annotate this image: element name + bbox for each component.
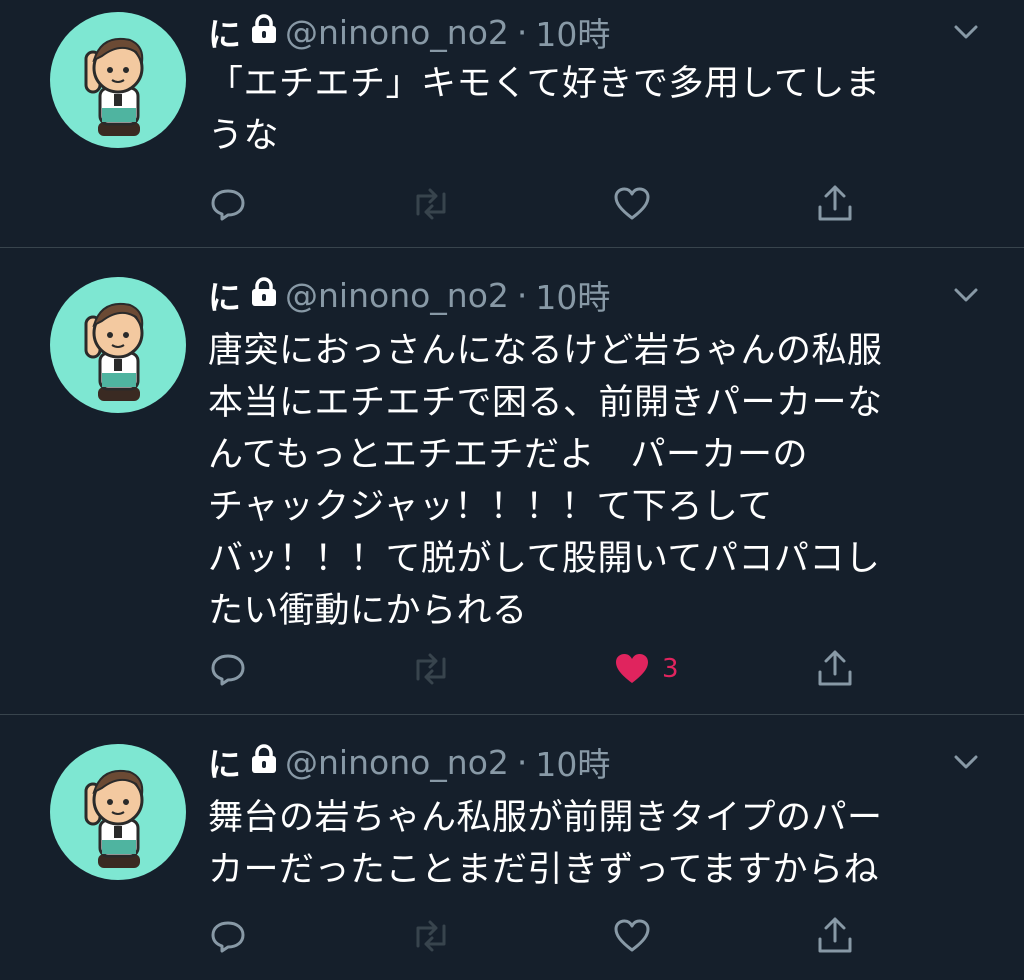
separator: · bbox=[516, 275, 528, 315]
like-button[interactable] bbox=[612, 914, 662, 958]
tweet[interactable]: に @ninono_no2 · 10時 「エチエチ」キモくて好きで多用してしま … bbox=[0, 0, 1024, 248]
display-name[interactable]: に bbox=[208, 738, 241, 786]
action-bar bbox=[208, 914, 868, 958]
handle[interactable]: @ninono_no2 bbox=[285, 276, 509, 315]
avatar[interactable] bbox=[50, 12, 186, 148]
separator: · bbox=[516, 742, 528, 782]
timestamp[interactable]: 10時 bbox=[535, 271, 610, 319]
reply-icon bbox=[211, 189, 245, 221]
action-bar bbox=[208, 182, 868, 226]
chevron-down-icon[interactable] bbox=[948, 14, 984, 50]
avatar-illustration bbox=[84, 38, 144, 136]
display-name[interactable]: に bbox=[208, 8, 241, 56]
heart-icon bbox=[614, 919, 650, 952]
timestamp[interactable]: 10時 bbox=[535, 8, 610, 56]
tweet[interactable]: に @ninono_no2 · 10時 唐突におっさんになるけど岩ちゃんの私服 … bbox=[0, 247, 1024, 715]
share-button[interactable] bbox=[814, 647, 856, 691]
share-button[interactable] bbox=[814, 182, 856, 226]
display-name[interactable]: に bbox=[208, 271, 241, 319]
retweet-button[interactable] bbox=[408, 914, 454, 958]
avatar-illustration bbox=[84, 303, 144, 401]
handle[interactable]: @ninono_no2 bbox=[285, 743, 509, 782]
retweet-button[interactable] bbox=[408, 182, 454, 226]
retweet-icon bbox=[416, 653, 446, 685]
tweet-text: 舞台の岩ちゃん私服が前開きタイプのパー カーだったことまだ引きずってますからね bbox=[208, 798, 883, 890]
reply-button[interactable] bbox=[208, 914, 248, 958]
tweet-header: に @ninono_no2 · 10時 bbox=[208, 271, 610, 319]
separator: · bbox=[516, 12, 528, 52]
tweet[interactable]: に @ninono_no2 · 10時 舞台の岩ちゃん私服が前開きタイプのパー … bbox=[0, 714, 1024, 980]
lock-icon bbox=[251, 276, 277, 315]
lock-icon bbox=[251, 13, 277, 52]
reply-icon bbox=[211, 654, 245, 686]
chevron-down-icon[interactable] bbox=[948, 277, 984, 313]
avatar[interactable] bbox=[50, 744, 186, 880]
lock-icon bbox=[251, 743, 277, 782]
timestamp[interactable]: 10時 bbox=[535, 738, 610, 786]
retweet-icon bbox=[416, 188, 446, 220]
chevron-down-icon[interactable] bbox=[948, 744, 984, 780]
like-button[interactable]: 3 bbox=[612, 647, 679, 691]
share-button[interactable] bbox=[814, 914, 856, 958]
reply-button[interactable] bbox=[208, 182, 248, 226]
share-icon bbox=[818, 650, 852, 686]
avatar[interactable] bbox=[50, 277, 186, 413]
handle[interactable]: @ninono_no2 bbox=[285, 13, 509, 52]
tweet-header: に @ninono_no2 · 10時 bbox=[208, 738, 610, 786]
like-button[interactable] bbox=[612, 182, 662, 226]
tweet-text: 「エチエチ」キモくて好きで多用してしま うな bbox=[208, 64, 881, 156]
tweet-text: 唐突におっさんになるけど岩ちゃんの私服 本当にエチエチで困る、前開きパーカーな … bbox=[208, 331, 883, 631]
retweet-icon bbox=[416, 920, 446, 952]
share-icon bbox=[818, 185, 852, 221]
avatar-illustration bbox=[84, 770, 144, 868]
reply-button[interactable] bbox=[208, 647, 248, 691]
action-bar: 3 bbox=[208, 647, 868, 691]
heart-icon bbox=[614, 187, 650, 220]
retweet-button[interactable] bbox=[408, 647, 454, 691]
heart-icon bbox=[616, 654, 648, 683]
share-icon bbox=[818, 917, 852, 953]
like-count: 3 bbox=[662, 654, 679, 684]
reply-icon bbox=[211, 921, 245, 953]
tweet-header: に @ninono_no2 · 10時 bbox=[208, 8, 610, 56]
